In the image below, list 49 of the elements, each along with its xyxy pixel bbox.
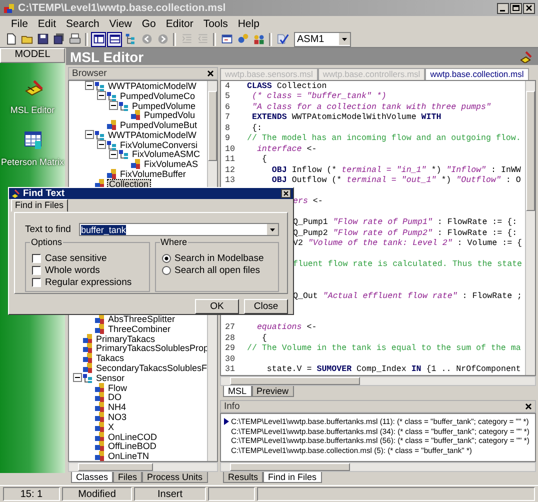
line-number: 6 [224, 102, 231, 112]
line-number: 8 [224, 124, 231, 133]
line-number: 7 [224, 113, 231, 122]
code-line: equations <- [256, 323, 317, 332]
checkbox-label: Regular expressions [45, 276, 132, 288]
editor-title: MSL Editor [70, 48, 144, 64]
code-line: Q_Pump1 "Flow rate of Pump1" : FlowRate := {: [293, 218, 518, 228]
line-number: 28 [224, 334, 236, 343]
code-line: { [260, 155, 267, 164]
line-number: 10 [224, 144, 236, 154]
line-number: 12 [224, 166, 236, 175]
line-number: 9 [224, 134, 231, 144]
radio-label: Search all open files [174, 264, 260, 276]
code-line: CLASS Collection [247, 82, 327, 91]
code-line: interface <- [256, 144, 317, 154]
code-line: (* class = "buffer_tank" *) [250, 92, 386, 102]
line-number: 4 [224, 82, 231, 91]
panel-title: Browser [72, 68, 107, 79]
code-line: EXTENDS WWTPAtomicModelWithVolume WITH [250, 113, 442, 122]
status-field: Insert [134, 487, 206, 501]
window-title: C:\TEMP\Level1\wwtp.base.collection.msl [18, 2, 227, 14]
checkbox-label: Whole words [45, 264, 100, 276]
group-title: Where [160, 237, 188, 247]
code-line: // The model has an incoming flow and an outgoing flow. [247, 134, 521, 144]
code-line: {: [250, 124, 262, 133]
line-number: 11 [224, 155, 236, 164]
group-title: Options [30, 237, 64, 247]
line-number: 13 [224, 176, 236, 186]
line-number: 27 [224, 323, 236, 332]
code-line: Q_Out "Actual effluent flow rate" : FlowRate ; [293, 292, 522, 301]
panel-title: Info [224, 401, 240, 412]
status-field: 15: 1 [3, 487, 60, 501]
code-line: fluent flow rate is calculated. Thus the state [293, 260, 522, 270]
code-line: OBJ Outflow (* terminal = "out_1" *) "Outflow" : O [270, 176, 521, 186]
code-line: Q_Pump2 "Flow rate of Pump2" : FlowRate := {: [293, 228, 518, 238]
code-line: // The Volume in the tank is equal to the sum of the ma [247, 344, 521, 354]
field-label: Text to find [25, 224, 72, 235]
dialog-title: Find Text [23, 188, 66, 199]
line-number: 30 [224, 354, 236, 364]
radio-label: Search in Modelbase [174, 252, 264, 264]
status-field: Modified [62, 487, 132, 501]
line-number: 5 [224, 92, 231, 102]
checkbox-label: Case sensitive [45, 252, 107, 264]
code-line: "A class for a collection tank with three pumps" [250, 102, 491, 112]
line-number: 31 [224, 365, 236, 374]
code-line: state.V = SUMOVER Comp_Index IN {1 .. NrOfComponent [266, 365, 521, 374]
code-line: OBJ Inflow (* terminal = "in_1" *) "Inflow" : InWW [270, 166, 521, 175]
line-number: 29 [224, 344, 236, 354]
code-line: { [260, 334, 267, 343]
